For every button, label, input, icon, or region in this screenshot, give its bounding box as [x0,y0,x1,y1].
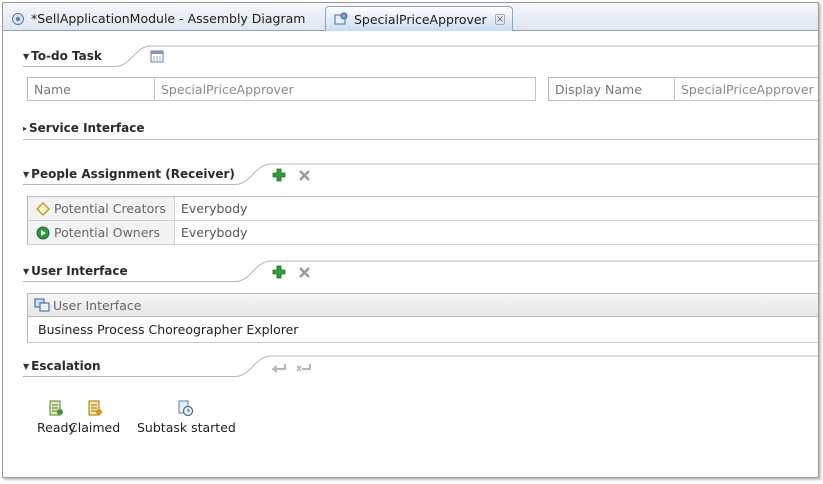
calendar-icon[interactable] [149,48,165,64]
user-interface-icon [34,298,50,312]
people-assignment-table: Potential Creators Everybody Potential O… [27,196,818,245]
expand-triangle-icon: ▼ [23,51,30,61]
section-escalation[interactable]: ▼ Escalation [23,355,101,377]
expand-triangle-icon: ▼ [23,169,30,179]
section-user-interface[interactable]: ▼ User Interface [23,260,128,282]
escalation-state-subtask-started[interactable]: Subtask started [137,399,236,435]
section-title: To-do Task [31,49,102,63]
table-row[interactable]: Business Process Choreographer Explorer [27,317,818,343]
user-interface-header-label: User Interface [53,297,142,313]
section-title: Service Interface [29,121,145,135]
tab-special-price-approver[interactable]: SpecialPriceApprover × [325,6,513,31]
section-title: People Assignment (Receiver) [31,167,235,181]
section-people-assignment[interactable]: ▼ People Assignment (Receiver) [23,163,235,185]
value-cell: Everybody [175,221,818,244]
role-label: Potential Creators [54,201,166,216]
expand-triangle-icon: ▼ [23,361,30,371]
table-row[interactable]: Potential Creators Everybody [27,197,818,221]
remove-escalation-icon[interactable] [296,360,312,376]
editor-tab-bar: *SellApplicationModule - Assembly Diagra… [3,3,818,31]
diamond-icon [36,201,50,216]
role-value: Everybody [181,225,248,240]
section-header-line [23,260,818,282]
escalation-state-claimed[interactable]: Claimed [69,399,120,435]
add-icon[interactable] [271,167,287,183]
tab-assembly-diagram[interactable]: *SellApplicationModule - Assembly Diagra… [3,6,319,31]
role-label: Potential Owners [54,225,161,240]
claimed-state-icon [87,399,103,417]
expand-triangle-icon: ▼ [23,266,30,276]
section-service-interface[interactable]: ▸ Service Interface [23,117,144,139]
delete-icon[interactable] [296,167,312,183]
section-header-line [23,45,818,67]
section-todo-task[interactable]: ▼ To-do Task [23,45,102,67]
section-header-line [23,355,818,377]
display-name-label: Display Name [555,81,642,97]
assembly-diagram-icon [11,12,25,26]
ready-state-icon [48,399,64,417]
value-cell: Everybody [175,197,818,220]
name-label: Name [34,81,71,97]
display-name-field[interactable]: SpecialPriceApprover [674,77,818,101]
add-escalation-icon[interactable] [271,360,287,376]
state-label: Claimed [69,420,121,435]
section-title: User Interface [31,264,128,278]
role-value: Everybody [181,201,248,216]
user-interface-table-header[interactable]: User Interface [27,293,818,317]
tab-label: SpecialPriceApprover [354,11,487,27]
tab-label: *SellApplicationModule - Assembly Diagra… [31,11,306,26]
name-field[interactable]: SpecialPriceApprover [154,77,536,101]
role-cell: Potential Creators [27,197,175,220]
delete-icon[interactable] [296,264,312,280]
editor-frame: *SellApplicationModule - Assembly Diagra… [2,2,819,478]
state-label: Subtask started [137,420,236,435]
role-cell: Potential Owners [27,221,175,244]
subtask-started-icon [178,399,194,417]
display-name-label-cell: Display Name [548,77,675,101]
add-icon[interactable] [271,264,287,280]
collapse-triangle-icon: ▸ [23,123,28,133]
name-label-cell: Name [27,77,155,101]
green-play-icon [36,226,50,240]
table-row[interactable]: Potential Owners Everybody [27,221,818,245]
close-icon[interactable]: × [494,13,506,25]
display-name-value: SpecialPriceApprover [681,81,814,97]
user-interface-value: Business Process Choreographer Explorer [38,322,299,337]
section-divider [23,139,818,140]
section-title: Escalation [31,359,101,373]
human-task-icon [334,12,348,26]
name-value: SpecialPriceApprover [161,81,294,97]
